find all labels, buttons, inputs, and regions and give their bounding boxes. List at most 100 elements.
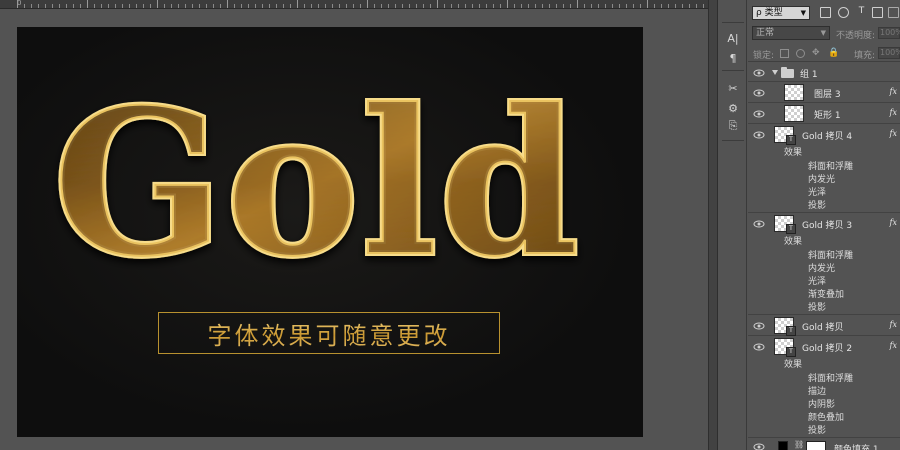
effect-item[interactable]: 投影 xyxy=(808,423,826,436)
visibility-eye-icon[interactable] xyxy=(753,131,765,139)
character-icon[interactable]: A| xyxy=(725,30,741,46)
ruler-tick xyxy=(640,4,641,8)
layer-thumbnail xyxy=(774,338,796,357)
layer-row-gold-copy-2[interactable]: Gold 拷贝 2 fx 效果 斜面和浮雕 描边 内阴影 颜色叠加 投影 xyxy=(748,336,900,438)
layer-fx-icon[interactable]: fx xyxy=(890,87,897,96)
filter-pixel-icon[interactable] xyxy=(820,7,831,18)
lock-row: 锁定: ✥ 🔒 填充: 100% xyxy=(748,44,900,62)
blend-mode-select[interactable]: 正常 ▼ xyxy=(752,26,830,40)
layer-fx-icon[interactable]: fx xyxy=(890,341,897,350)
ruler-tick xyxy=(409,4,410,8)
blend-row: 正常 ▼ 不透明度: 100% xyxy=(748,24,900,42)
ruler-tick xyxy=(528,4,529,8)
visibility-eye-icon[interactable] xyxy=(753,69,765,77)
ruler-tick xyxy=(444,4,445,8)
effect-item[interactable]: 光泽 xyxy=(808,274,826,287)
ruler-tick xyxy=(654,4,655,8)
ruler-tick xyxy=(500,4,501,8)
subtitle-text: 字体效果可随意更改 xyxy=(208,316,451,351)
filter-shape-icon[interactable] xyxy=(872,7,883,18)
visibility-eye-icon[interactable] xyxy=(753,220,765,228)
chevron-down-icon: ▼ xyxy=(820,29,826,37)
layer-row-layer-3[interactable]: 图层 3 fx xyxy=(748,82,900,103)
opacity-label: 不透明度: xyxy=(836,31,876,41)
layer-name: 矩形 1 xyxy=(814,111,841,121)
layer-row-rectangle-1[interactable]: 矩形 1 fx xyxy=(748,103,900,124)
document-canvas[interactable]: Gold Gold 字体效果可随意更改 xyxy=(17,27,643,437)
panel-separator xyxy=(722,70,744,71)
layer-name: 颜色填充 1 xyxy=(834,445,879,450)
gold-text-art: Gold Gold xyxy=(50,63,582,304)
ruler-tick xyxy=(171,4,172,8)
effect-item[interactable]: 光泽 xyxy=(808,185,826,198)
effect-item[interactable]: 描边 xyxy=(808,384,826,397)
effect-item[interactable]: 斜面和浮雕 xyxy=(808,159,853,172)
visibility-eye-icon[interactable] xyxy=(753,343,765,351)
effect-item[interactable]: 斜面和浮雕 xyxy=(808,248,853,261)
effect-item[interactable]: 颜色叠加 xyxy=(808,410,844,423)
lock-all-icon[interactable]: 🔒 xyxy=(828,49,839,58)
layer-fx-icon[interactable]: fx xyxy=(890,320,897,329)
opacity-input[interactable]: 100% xyxy=(878,27,900,39)
ruler-tick xyxy=(514,4,515,8)
layer-row-gold-copy-3[interactable]: Gold 拷贝 3 fx 效果 斜面和浮雕 内发光 光泽 渐变叠加 投影 xyxy=(748,213,900,315)
ruler-tick xyxy=(101,4,102,8)
clone-source-icon[interactable]: ⎘ xyxy=(725,118,741,134)
ruler-tick xyxy=(59,4,60,8)
ruler-tick xyxy=(465,4,466,8)
effect-item[interactable]: 内发光 xyxy=(808,172,835,185)
layer-row-group-1[interactable]: 组 1 xyxy=(748,63,900,82)
ruler-tick xyxy=(213,4,214,8)
paragraph-icon[interactable]: ¶ xyxy=(725,50,741,66)
ruler-tick xyxy=(150,4,151,8)
ruler-tick xyxy=(220,4,221,8)
blend-mode-value: 正常 xyxy=(756,28,775,38)
panel-collapse-strip[interactable] xyxy=(708,0,718,450)
effect-item[interactable]: 投影 xyxy=(808,300,826,313)
layer-comps-icon[interactable]: ⚙ xyxy=(725,100,741,116)
ruler-tick xyxy=(619,4,620,8)
ruler-tick xyxy=(563,4,564,8)
layer-row-gold-copy[interactable]: Gold 拷贝 fx xyxy=(748,315,900,336)
lock-transparent-icon[interactable] xyxy=(780,49,789,58)
ruler-tick xyxy=(458,4,459,8)
ruler-tick xyxy=(192,4,193,8)
ruler-tick xyxy=(395,4,396,8)
layer-fx-icon[interactable]: fx xyxy=(890,129,897,138)
ruler-tick xyxy=(157,0,158,8)
lock-image-icon[interactable] xyxy=(796,49,805,58)
ruler-tick xyxy=(633,4,634,8)
ruler-tick xyxy=(535,4,536,8)
ruler-tick xyxy=(661,4,662,8)
layer-row-gold-copy-4[interactable]: Gold 拷贝 4 fx 效果 斜面和浮雕 内发光 光泽 投影 xyxy=(748,124,900,213)
layer-row-color-fill-1[interactable]: ⛓ 颜色填充 1 xyxy=(748,438,900,450)
layer-fx-icon[interactable]: fx xyxy=(890,108,897,117)
layer-filter-row: ρ 类型 ▼ T xyxy=(748,4,900,22)
layer-name: 图层 3 xyxy=(814,90,841,100)
ruler-tick xyxy=(374,4,375,8)
link-chain-icon[interactable]: ⛓ xyxy=(794,440,804,449)
filter-smart-object-icon[interactable] xyxy=(888,7,899,18)
effect-item[interactable]: 渐变叠加 xyxy=(808,287,844,300)
visibility-eye-icon[interactable] xyxy=(753,89,765,97)
effect-item[interactable]: 内发光 xyxy=(808,261,835,274)
layer-thumbnail xyxy=(774,126,796,145)
layer-fx-icon[interactable]: fx xyxy=(890,218,897,227)
expand-triangle-icon[interactable] xyxy=(772,70,778,75)
effect-item[interactable]: 投影 xyxy=(808,198,826,211)
effect-item[interactable]: 内阴影 xyxy=(808,397,835,410)
ruler-tick xyxy=(521,4,522,8)
fill-value: 100% xyxy=(880,48,900,57)
visibility-eye-icon[interactable] xyxy=(753,443,765,450)
filter-adjustment-icon[interactable] xyxy=(838,7,849,18)
tool-presets-icon[interactable]: ✂ xyxy=(725,80,741,96)
effect-item[interactable]: 斜面和浮雕 xyxy=(808,371,853,384)
lock-position-icon[interactable]: ✥ xyxy=(812,49,821,58)
fill-input[interactable]: 100% xyxy=(878,47,900,59)
filter-type-icon[interactable]: T xyxy=(856,7,867,18)
ruler-tick xyxy=(234,4,235,8)
layer-kind-select[interactable]: ρ 类型 ▼ xyxy=(752,6,810,20)
visibility-eye-icon[interactable] xyxy=(753,110,765,118)
visibility-eye-icon[interactable] xyxy=(753,322,765,330)
ruler-tick xyxy=(199,4,200,8)
